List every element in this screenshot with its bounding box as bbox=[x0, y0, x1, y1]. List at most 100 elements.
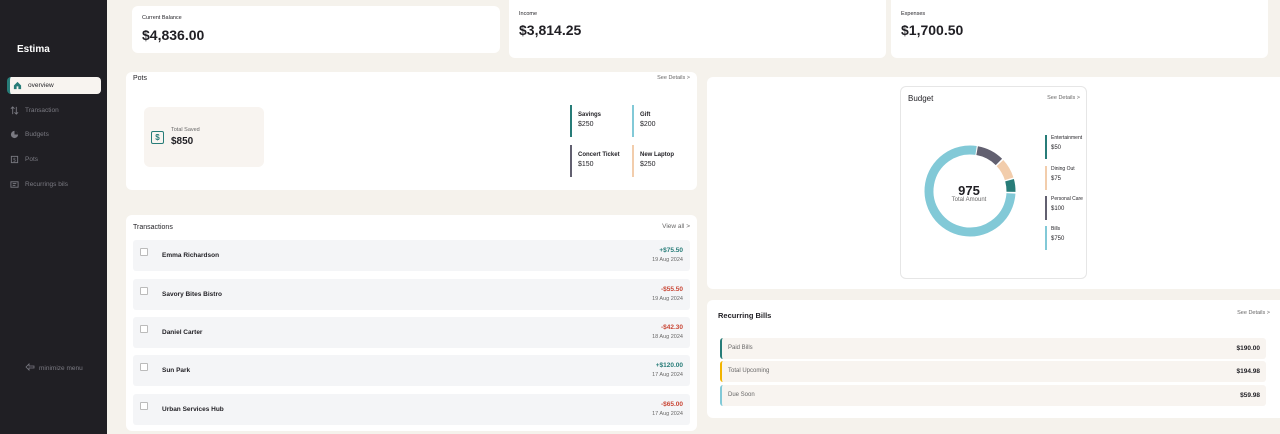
transaction-name: Sun Park bbox=[162, 367, 191, 374]
pot-name: Savings bbox=[578, 112, 602, 118]
balance-value: $4,836.00 bbox=[142, 27, 205, 43]
legend-name: Dining Out bbox=[1051, 166, 1075, 172]
total-saved-panel: $ Total Saved $850 bbox=[144, 107, 264, 167]
avatar bbox=[140, 248, 148, 256]
legend-amount: $100 bbox=[1051, 206, 1065, 212]
budget-total: 975 bbox=[958, 183, 980, 198]
pots-title: Pots bbox=[133, 75, 148, 82]
table-row[interactable]: Sun Park +$120.00 17 Aug 2024 bbox=[133, 355, 690, 386]
transaction-date: 17 Aug 2024 bbox=[652, 372, 683, 378]
legend-item-personal-care: Personal Care $100 bbox=[1045, 196, 1095, 220]
income-value: $3,814.25 bbox=[519, 22, 582, 38]
pot-amount: $200 bbox=[640, 121, 656, 128]
pot-item-concert-ticket: Concert Ticket $150 bbox=[570, 145, 625, 177]
pot-amount: $150 bbox=[578, 161, 594, 168]
transactions-card: Transactions View all > Emma Richardson … bbox=[126, 215, 697, 431]
legend-amount: $50 bbox=[1051, 145, 1062, 151]
pots-card: Pots See Details > $ Total Saved $850 Sa… bbox=[126, 72, 697, 190]
avatar bbox=[140, 287, 148, 295]
sidebar-item-label: overview bbox=[28, 82, 54, 89]
bill-label: Total Upcoming bbox=[728, 368, 770, 374]
expenses-card: Expenses $1,700.50 bbox=[891, 0, 1268, 58]
legend-item-bills: Bills $750 bbox=[1045, 226, 1095, 250]
budget-see-details-link[interactable]: See Details > bbox=[1047, 95, 1080, 101]
sidebar-item-overview[interactable]: overview bbox=[7, 77, 101, 94]
bill-value: $194.98 bbox=[1236, 368, 1261, 375]
sidebar-item-budgets[interactable]: Budgets bbox=[7, 126, 101, 143]
transaction-name: Savory Bites Bistro bbox=[162, 291, 222, 298]
transaction-amount: -$42.30 bbox=[660, 324, 683, 331]
pot-amount: $250 bbox=[578, 121, 594, 128]
sidebar-item-label: Budgets bbox=[25, 131, 49, 138]
transaction-amount: -$55.50 bbox=[660, 286, 683, 293]
sidebar-item-label: Recurrings bils bbox=[25, 181, 68, 188]
arrows-icon bbox=[10, 106, 19, 115]
legend-name: Entertainment bbox=[1051, 135, 1083, 141]
expenses-value: $1,700.50 bbox=[901, 22, 964, 38]
legend-name: Bills bbox=[1051, 226, 1061, 232]
table-row[interactable]: Daniel Carter -$42.30 18 Aug 2024 bbox=[133, 317, 690, 348]
income-label: Income bbox=[519, 11, 538, 17]
dollar-icon: $ bbox=[151, 131, 164, 144]
minimize-menu-button[interactable]: minimize menu bbox=[25, 363, 83, 373]
pot-item-savings: Savings $250 bbox=[570, 105, 625, 137]
bill-value: $59.98 bbox=[1240, 392, 1260, 399]
pot-item-new-laptop: New Laptop $250 bbox=[632, 145, 687, 177]
budget-panel: Budget See Details > 975 Total Amount En… bbox=[900, 86, 1087, 279]
recurring-bills-title: Recurring Bills bbox=[718, 311, 772, 320]
legend-amount: $750 bbox=[1051, 236, 1065, 242]
minimize-arrow-icon bbox=[25, 363, 35, 373]
recurring-bills-card: Recurring Bills See Details > Paid Bills… bbox=[707, 300, 1280, 418]
table-row[interactable]: Emma Richardson +$75.50 19 Aug 2024 bbox=[133, 240, 690, 271]
sidebar: Estima overview Transaction Budgets $ Po… bbox=[0, 0, 107, 434]
transaction-date: 18 Aug 2024 bbox=[652, 334, 683, 340]
total-saved-label: Total Saved bbox=[171, 127, 200, 133]
legend-name: Personal Care bbox=[1051, 196, 1083, 202]
pot-name: Concert Ticket bbox=[578, 152, 620, 158]
recurring-see-details-link[interactable]: See Details > bbox=[1237, 310, 1270, 316]
legend-amount: $75 bbox=[1051, 176, 1062, 182]
transaction-name: Daniel Carter bbox=[162, 329, 203, 336]
sidebar-item-label: Transaction bbox=[25, 107, 59, 114]
receipt-icon bbox=[10, 180, 19, 189]
minimize-label: minimize menu bbox=[39, 364, 83, 372]
transaction-name: Urban Services Hub bbox=[162, 406, 224, 413]
avatar bbox=[140, 363, 148, 371]
transaction-date: 17 Aug 2024 bbox=[652, 411, 683, 417]
sidebar-item-transaction[interactable]: Transaction bbox=[7, 102, 101, 119]
budget-card: Budget See Details > 975 Total Amount En… bbox=[707, 77, 1280, 289]
svg-text:$: $ bbox=[13, 158, 16, 164]
avatar bbox=[140, 402, 148, 410]
current-balance-card: Current Balance $4,836.00 bbox=[132, 6, 500, 53]
pot-amount: $250 bbox=[640, 161, 656, 168]
home-icon bbox=[13, 81, 22, 90]
avatar bbox=[140, 325, 148, 333]
bill-value: $190.00 bbox=[1236, 345, 1261, 352]
pot-name: New Laptop bbox=[640, 152, 674, 158]
pot-item-gift: Gift $200 bbox=[632, 105, 687, 137]
balance-label: Current Balance bbox=[142, 15, 182, 21]
legend-item-entertainment: Entertainment $50 bbox=[1045, 135, 1095, 159]
view-all-link[interactable]: View all > bbox=[662, 223, 690, 230]
pots-see-details-link[interactable]: See Details > bbox=[657, 75, 690, 81]
sidebar-item-pots[interactable]: $ Pots bbox=[7, 151, 101, 168]
pot-name: Gift bbox=[640, 112, 651, 118]
transactions-title: Transactions bbox=[133, 224, 173, 231]
legend-item-dining-out: Dining Out $75 bbox=[1045, 166, 1095, 190]
transaction-date: 19 Aug 2024 bbox=[652, 296, 683, 302]
table-row[interactable]: Urban Services Hub -$65.00 17 Aug 2024 bbox=[133, 394, 690, 425]
bill-row-upcoming: Total Upcoming $194.98 bbox=[720, 361, 1266, 382]
sidebar-item-recurring-bills[interactable]: Recurrings bils bbox=[7, 176, 101, 193]
transaction-date: 19 Aug 2024 bbox=[652, 257, 683, 263]
budget-title: Budget bbox=[908, 94, 934, 103]
bill-row-paid: Paid Bills $190.00 bbox=[720, 338, 1266, 359]
transaction-amount: +$120.00 bbox=[655, 362, 683, 369]
total-saved-value: $850 bbox=[171, 136, 194, 147]
table-row[interactable]: Savory Bites Bistro -$55.50 19 Aug 2024 bbox=[133, 279, 690, 310]
transaction-amount: +$75.50 bbox=[659, 247, 683, 254]
budget-total-label: Total Amount bbox=[951, 197, 987, 203]
bill-label: Due Soon bbox=[728, 392, 755, 398]
income-card: Income $3,814.25 bbox=[509, 0, 886, 58]
pie-icon bbox=[10, 130, 19, 139]
pot-icon: $ bbox=[10, 155, 19, 164]
